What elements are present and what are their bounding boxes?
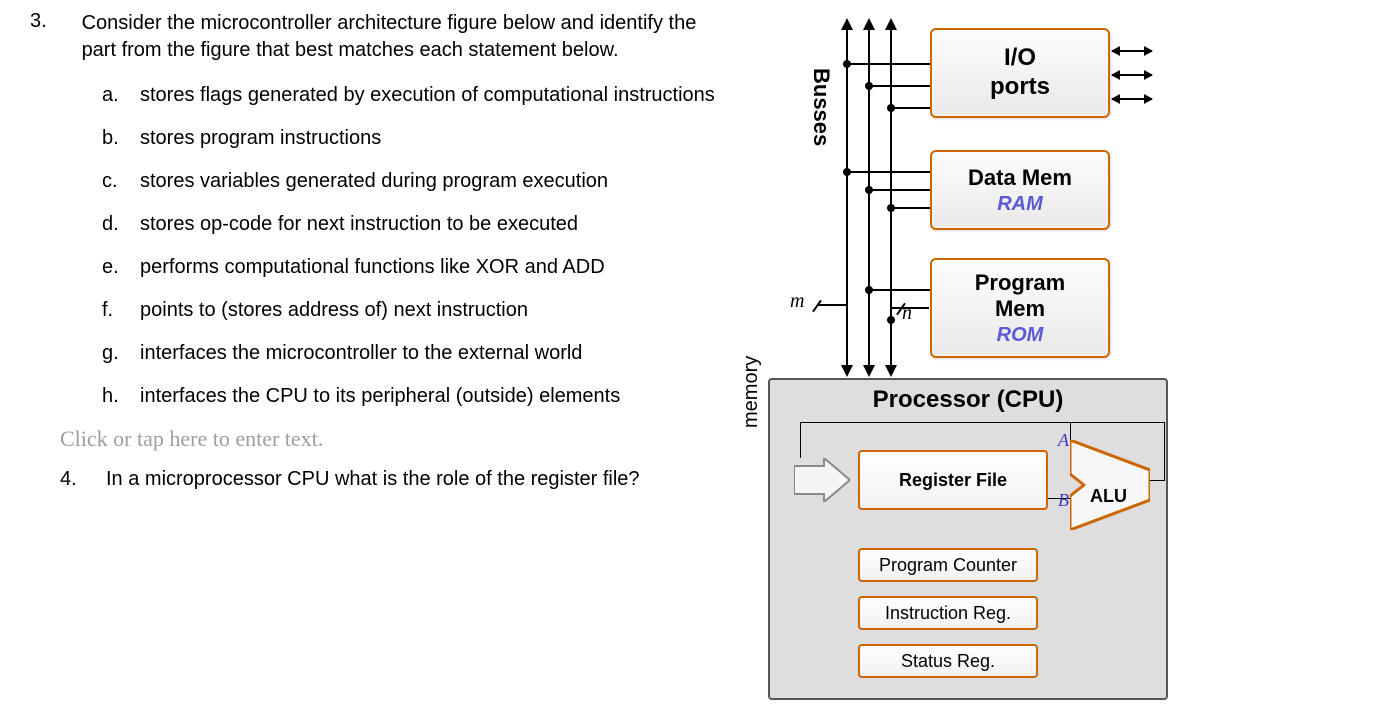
cpu-box: Processor (CPU) Register File Program xyxy=(768,378,1168,700)
q3-item: a.stores flags generated by execution of… xyxy=(102,82,730,109)
cpu-title: Processor (CPU) xyxy=(770,386,1166,414)
bus-stub xyxy=(847,63,930,65)
io-external-arrow-icon xyxy=(1112,74,1152,76)
cpu-internal-bus xyxy=(800,422,1070,423)
cpu-internal-bus xyxy=(800,422,801,458)
q3-item: c.stores variables generated during prog… xyxy=(102,168,730,195)
alu-input-b-label: B xyxy=(1058,490,1069,511)
bus-dot xyxy=(887,316,895,324)
arrow-up-icon xyxy=(885,18,897,30)
q3-subitems: a.stores flags generated by execution of… xyxy=(102,82,730,410)
arrow-down-icon xyxy=(863,365,875,377)
q3-item: h.interfaces the CPU to its peripheral (… xyxy=(102,383,730,410)
program-mem-box: Program Mem ROM xyxy=(930,258,1110,358)
bus-stub xyxy=(891,107,930,109)
cpu-internal-bus xyxy=(1070,422,1165,423)
architecture-diagram: Busses memory m n xyxy=(750,10,1180,705)
q3-item: e.performs computational functions like … xyxy=(102,254,730,281)
q4: 4. In a microprocessor CPU what is the r… xyxy=(60,466,730,493)
memory-connector-icon xyxy=(794,458,850,502)
arrow-down-icon xyxy=(841,365,853,377)
cpu-internal-bus xyxy=(1148,480,1164,481)
busses-label: Busses xyxy=(808,68,834,146)
bus-line xyxy=(890,30,892,365)
bus-width-m: m xyxy=(790,290,804,313)
alu-input-a-label: A xyxy=(1058,430,1069,451)
register-file-box: Register File xyxy=(858,450,1048,510)
q3-intro: Consider the microcontroller architectur… xyxy=(82,10,702,64)
q3-item: f.points to (stores address of) next ins… xyxy=(102,297,730,324)
memory-label: memory xyxy=(740,356,763,428)
arrow-down-icon xyxy=(885,365,897,377)
io-ports-box: I/O ports xyxy=(930,28,1110,118)
cpu-internal-bus xyxy=(1164,422,1165,481)
alu-box: ALU xyxy=(1070,440,1150,530)
q3-item: d.stores op-code for next instruction to… xyxy=(102,211,730,238)
instruction-reg-box: Instruction Reg. xyxy=(858,596,1038,630)
arrow-up-icon xyxy=(863,18,875,30)
bus-stub xyxy=(869,189,930,191)
arrow-up-icon xyxy=(841,18,853,30)
program-counter-box: Program Counter xyxy=(858,548,1038,582)
question-area: 3. Consider the microcontroller architec… xyxy=(0,0,730,716)
bus-stub xyxy=(891,207,930,209)
q3: 3. Consider the microcontroller architec… xyxy=(30,10,730,410)
q3-item: g.interfaces the microcontroller to the … xyxy=(102,340,730,367)
answer-placeholder[interactable]: Click or tap here to enter text. xyxy=(60,426,730,452)
bus-tick xyxy=(812,300,822,313)
q3-number: 3. xyxy=(30,10,76,33)
bus-stub xyxy=(847,171,930,173)
q3-item: b.stores program instructions xyxy=(102,125,730,152)
q4-text: In a microprocessor CPU what is the role… xyxy=(106,466,640,493)
io-external-arrow-icon xyxy=(1112,50,1152,52)
bus-line xyxy=(846,30,848,365)
bus-stub xyxy=(869,85,930,87)
io-external-arrow-icon xyxy=(1112,98,1152,100)
bus-line xyxy=(868,30,870,365)
q4-number: 4. xyxy=(60,466,106,493)
status-reg-box: Status Reg. xyxy=(858,644,1038,678)
bus-stub xyxy=(891,307,929,309)
data-mem-box: Data Mem RAM xyxy=(930,150,1110,230)
bus-stub xyxy=(869,289,930,291)
bus-stub xyxy=(818,304,846,306)
